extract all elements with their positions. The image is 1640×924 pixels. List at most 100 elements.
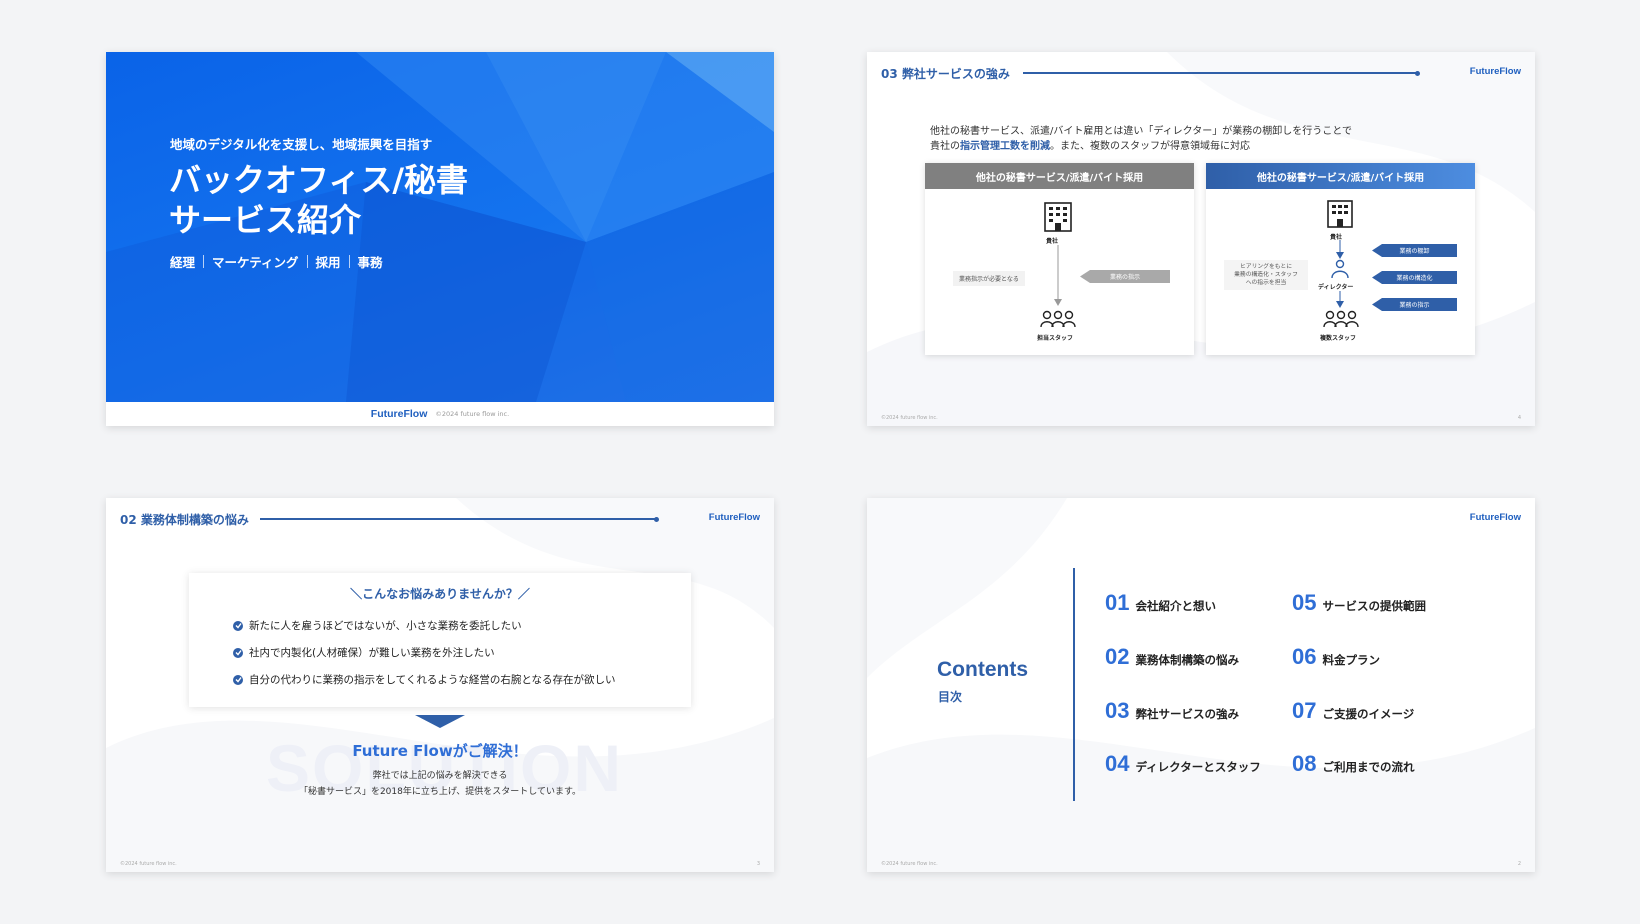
note-line: 業務の構造化・スタッフ xyxy=(1234,272,1298,278)
comparison-right: 他社の秘書サービス/派遣/バイト採用 貴社 ディレクター 複数スタッフ ヒアリン… xyxy=(1206,163,1475,355)
toc-item[interactable]: 02 業務体制構築の悩み xyxy=(1105,644,1239,670)
toc-item[interactable]: 07 ご支援のイメージ xyxy=(1292,698,1414,724)
toc-number: 07 xyxy=(1292,698,1317,723)
problem-text: 新たに人を雇うほどではないが、小さな業務を委託したい xyxy=(249,620,522,632)
tag-separator xyxy=(203,255,205,268)
section-rule xyxy=(1023,72,1417,74)
toc-item[interactable]: 08 ご利用までの流れ xyxy=(1292,751,1414,777)
cover-footer: FutureFlow ©2024 future flow inc. xyxy=(106,402,774,426)
toc-number: 08 xyxy=(1292,751,1317,776)
brand-logo: FutureFlow xyxy=(708,512,760,523)
contents-subtitle: 目次 xyxy=(938,690,963,704)
solution-title: Future Flowがご解決！ xyxy=(352,742,528,760)
down-triangle-icon xyxy=(415,715,465,728)
toc-number: 05 xyxy=(1292,590,1317,615)
toc-number: 06 xyxy=(1292,644,1317,669)
intro-line1: 他社の秘書サービス、派遣/バイト雇用とは違い「ディレクター」が業務の棚卸しを行う… xyxy=(930,126,1352,137)
intro-line2: 貴社の指示管理工数を削減。また、複数のスタッフが得意領域毎に対応 xyxy=(930,139,1352,154)
down-arrow-icon xyxy=(1054,245,1062,306)
staff-label: 担当スタッフ xyxy=(1037,335,1074,342)
copyright: ©2024 future flow inc. xyxy=(881,861,938,867)
tag-separator xyxy=(348,255,350,268)
brand-logo: FutureFlow xyxy=(1469,512,1521,523)
director-note: ヒアリングをもとに 業務の構造化・スタッフ への指示を担当 xyxy=(1224,260,1308,290)
solution-text: 弊社では上記の悩みを解決できる 「秘書サービス」を2018年に立ち上げ、提供をス… xyxy=(106,768,774,800)
toc-number: 01 xyxy=(1105,590,1130,615)
slide-strengths[interactable]: 03 弊社サービスの強み FutureFlow 他社の秘書サービス、派遣/バイト… xyxy=(867,52,1535,426)
director-label: ディレクター xyxy=(1318,284,1354,291)
toc-label: ご支援のイメージ xyxy=(1322,707,1415,721)
cover-tag: 採用 xyxy=(315,255,341,270)
check-circle-icon xyxy=(233,674,243,685)
toc-label: 業務体制構築の悩み xyxy=(1135,653,1239,667)
section-title: 03 弊社サービスの強み xyxy=(881,67,1010,81)
cover-tag: マーケティング xyxy=(212,255,299,270)
problem-item: 新たに人を雇うほどではないが、小さな業務を委託したい xyxy=(233,618,522,633)
cover-tag: 経理 xyxy=(170,255,196,270)
intro-highlight: 指示管理工数を削減 xyxy=(960,141,1050,152)
solution-line: 弊社では上記の悩みを解決できる xyxy=(372,771,508,781)
task-tag: 業務の構造化 xyxy=(1372,271,1457,284)
staff-label: 複数スタッフ xyxy=(1320,335,1357,342)
check-circle-icon xyxy=(233,620,243,631)
page-number: 2 xyxy=(1517,861,1521,867)
toc-item[interactable]: 05 サービスの提供範囲 xyxy=(1292,590,1426,616)
staff-group-icon xyxy=(1323,310,1359,328)
brand-logo: FutureFlow xyxy=(1469,66,1521,77)
building-icon xyxy=(1327,200,1353,228)
toc-label: ご利用までの流れ xyxy=(1322,760,1415,774)
client-label: 貴社 xyxy=(1046,238,1059,245)
slide-cover[interactable]: 地域のデジタル化を支援し、地域振興を目指す バックオフィス/秘書 サービス紹介 … xyxy=(106,52,774,426)
staff-group-icon xyxy=(1040,310,1076,328)
toc-item[interactable]: 04 ディレクターとスタッフ xyxy=(1105,751,1261,777)
copyright: ©2024 future flow inc. xyxy=(435,410,510,418)
toc-number: 02 xyxy=(1105,644,1130,669)
copyright: ©2024 future flow inc. xyxy=(881,415,938,421)
toc-item[interactable]: 06 料金プラン xyxy=(1292,644,1380,670)
tag-separator xyxy=(306,255,308,268)
problem-text: 自分の代わりに業務の指示をしてくれるような経営の右腕となる存在が欲しい xyxy=(249,674,616,686)
solution-line: 「秘書サービス」を2018年に立ち上げ、提供をスタートしています。 xyxy=(298,787,582,797)
cover-title-line2: サービス紹介 xyxy=(169,201,362,239)
note-line: ヒアリングをもとに xyxy=(1239,264,1293,270)
cover-subtitle: 地域のデジタル化を支援し、地域振興を目指す xyxy=(170,137,433,152)
page-number: 4 xyxy=(1517,415,1521,421)
toc-item[interactable]: 03 弊社サービスの強み xyxy=(1105,698,1239,724)
contents-divider xyxy=(1073,568,1075,801)
contents-title: Contents xyxy=(937,658,1028,681)
slide-problems[interactable]: 02 業務体制構築の悩み FutureFlow ＼こんなお悩みありませんか？／ … xyxy=(106,498,774,872)
intro-prefix: 貴社の xyxy=(930,141,960,152)
section-title: 02 業務体制構築の悩み xyxy=(120,513,249,527)
toc-item[interactable]: 01 会社紹介と想い xyxy=(1105,590,1216,616)
check-circle-icon xyxy=(233,647,243,658)
toc-label: 弊社サービスの強み xyxy=(1135,707,1239,721)
column-header: 他社の秘書サービス/派遣/バイト採用 xyxy=(1206,163,1475,189)
question-title: ＼こんなお悩みありませんか？／ xyxy=(350,587,530,601)
note-pill: 業務指示が必要となる xyxy=(953,271,1025,286)
toc-label: 会社紹介と想い xyxy=(1135,599,1216,613)
page-number: 3 xyxy=(756,861,760,867)
down-arrow-icon xyxy=(1336,291,1344,308)
down-arrow-icon xyxy=(1336,240,1344,259)
cover-tag: 事務 xyxy=(357,255,383,270)
cover-title: バックオフィス/秘書 サービス紹介 xyxy=(169,160,468,240)
toc-number: 04 xyxy=(1105,751,1130,776)
copyright: ©2024 future flow inc. xyxy=(120,861,177,867)
brand-logo: FutureFlow xyxy=(370,408,428,420)
problem-item: 自分の代わりに業務の指示をしてくれるような経営の右腕となる存在が欲しい xyxy=(233,672,616,687)
slide-contents[interactable]: FutureFlow Contents 目次 01 会社紹介と想い 02 業務体… xyxy=(867,498,1535,872)
cover-tags: 経理 マーケティング 採用 事務 xyxy=(170,252,383,271)
note-line: への指示を担当 xyxy=(1245,280,1287,286)
problem-text: 社内で内製化(人材確保）が難しい業務を外注したい xyxy=(249,647,495,659)
question-card: ＼こんなお悩みありませんか？／ 新たに人を雇うほどではないが、小さな業務を委託し… xyxy=(189,573,691,707)
task-tag: 業務の指示 xyxy=(1372,298,1457,311)
toc-number: 03 xyxy=(1105,698,1130,723)
toc-label: ディレクターとスタッフ xyxy=(1135,760,1261,774)
director-icon xyxy=(1331,259,1349,279)
instruction-tag: 業務の指示 xyxy=(1080,270,1170,283)
intro-suffix: 。また、複数のスタッフが得意領域毎に対応 xyxy=(1050,141,1250,152)
task-tag: 業務の棚卸 xyxy=(1372,244,1457,257)
toc-label: サービスの提供範囲 xyxy=(1322,599,1426,613)
intro-text: 他社の秘書サービス、派遣/バイト雇用とは違い「ディレクター」が業務の棚卸しを行う… xyxy=(930,124,1352,154)
section-rule xyxy=(260,518,656,520)
